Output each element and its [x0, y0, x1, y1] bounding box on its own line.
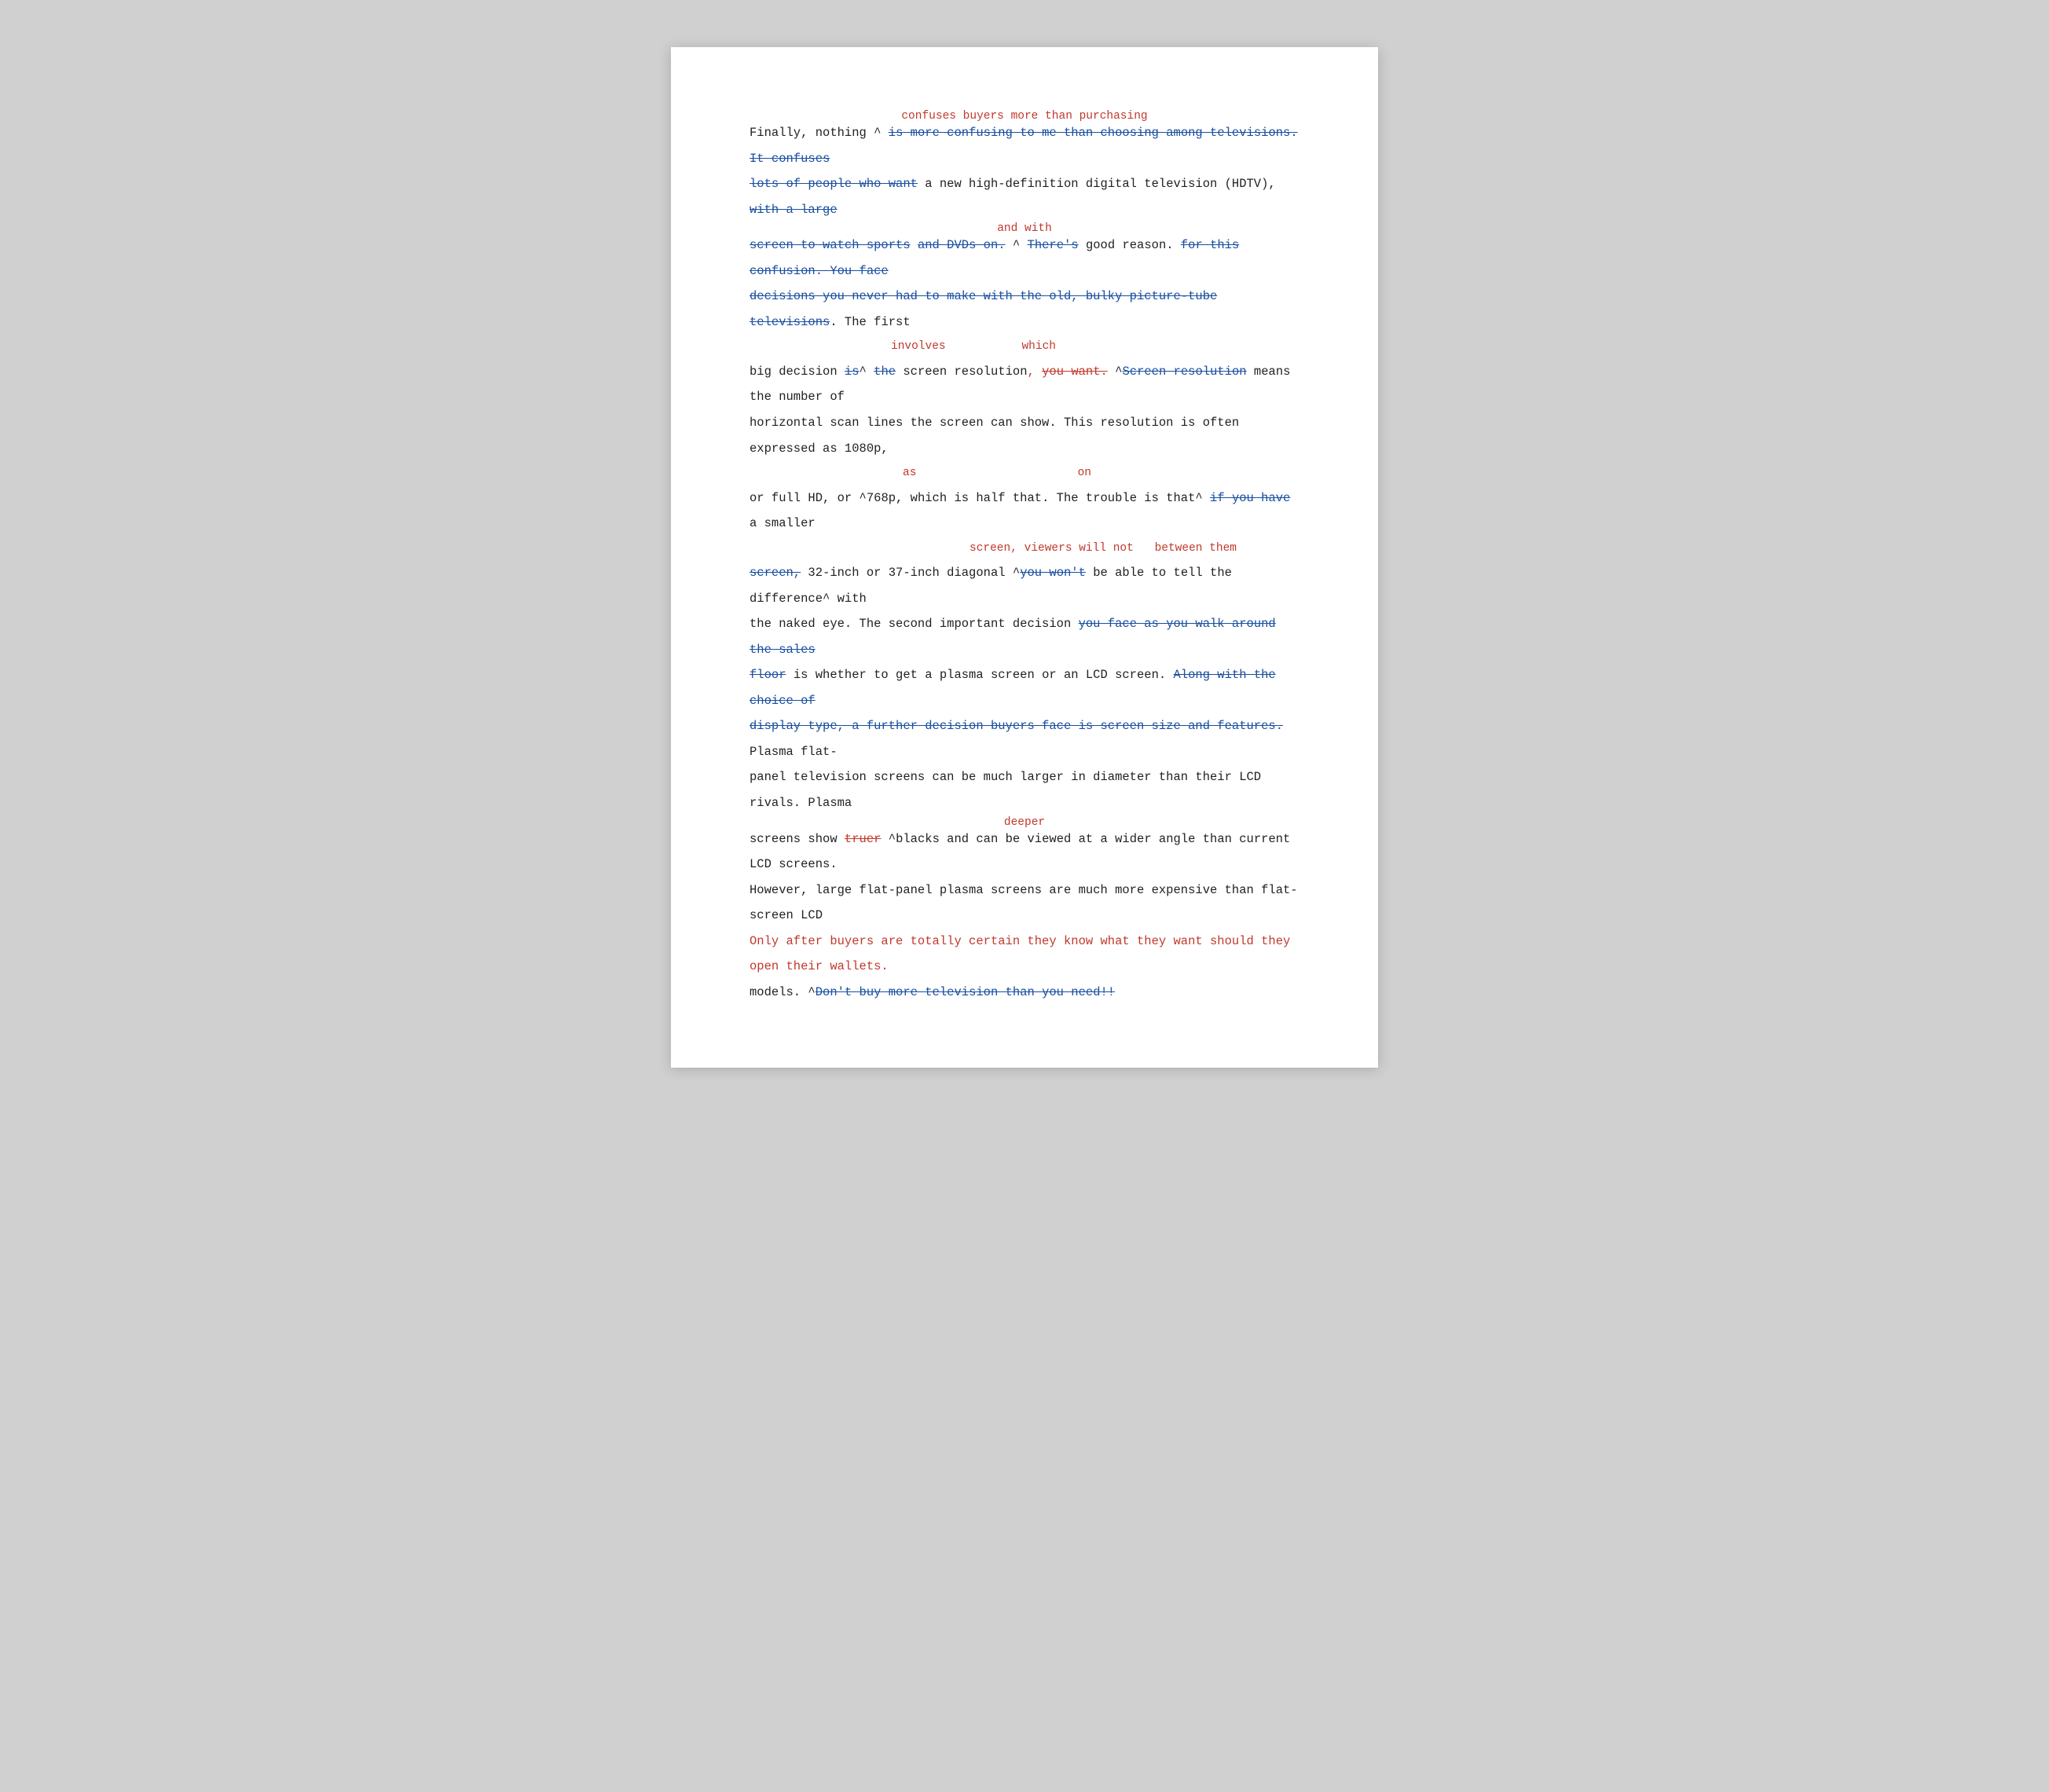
line-8: screen, 32-inch or 37-inch diagonal ^you… — [750, 560, 1299, 611]
insertions-row-3: screen, viewers will not between them — [750, 537, 1299, 560]
line-13: screens show truer ^blacks and can be vi… — [750, 826, 1299, 878]
insertions-row-2: as on — [750, 461, 1299, 485]
essay-text: confuses buyers more than purchasing Fin… — [750, 110, 1299, 1005]
line-12: panel television screens can be much lar… — [750, 764, 1299, 815]
line-3: screen to watch sports and DVDs on. ^ Th… — [750, 233, 1299, 284]
line-insert-wallets: Only after buyers are totally certain th… — [750, 929, 1299, 980]
line-1: Finally, nothing ^ is more confusing to … — [750, 120, 1299, 171]
line-4: decisions you never had to make with the… — [750, 284, 1299, 335]
line-10: floor is whether to get a plasma screen … — [750, 662, 1299, 713]
document-page: confuses buyers more than purchasing Fin… — [671, 47, 1378, 1068]
line-15: models. ^Don't buy more television than … — [750, 980, 1299, 1006]
insertions-row-1: involves which — [750, 335, 1299, 358]
line-9: the naked eye. The second important deci… — [750, 611, 1299, 662]
line-6: horizontal scan lines the screen can sho… — [750, 410, 1299, 461]
line-5: big decision is^ the screen resolution, … — [750, 359, 1299, 410]
line-14: However, large flat-panel plasma screens… — [750, 878, 1299, 929]
line-11: display type, a further decision buyers … — [750, 713, 1299, 764]
line-2: lots of people who want a new high-defin… — [750, 171, 1299, 222]
line-7: or full HD, or ^768p, which is half that… — [750, 486, 1299, 537]
